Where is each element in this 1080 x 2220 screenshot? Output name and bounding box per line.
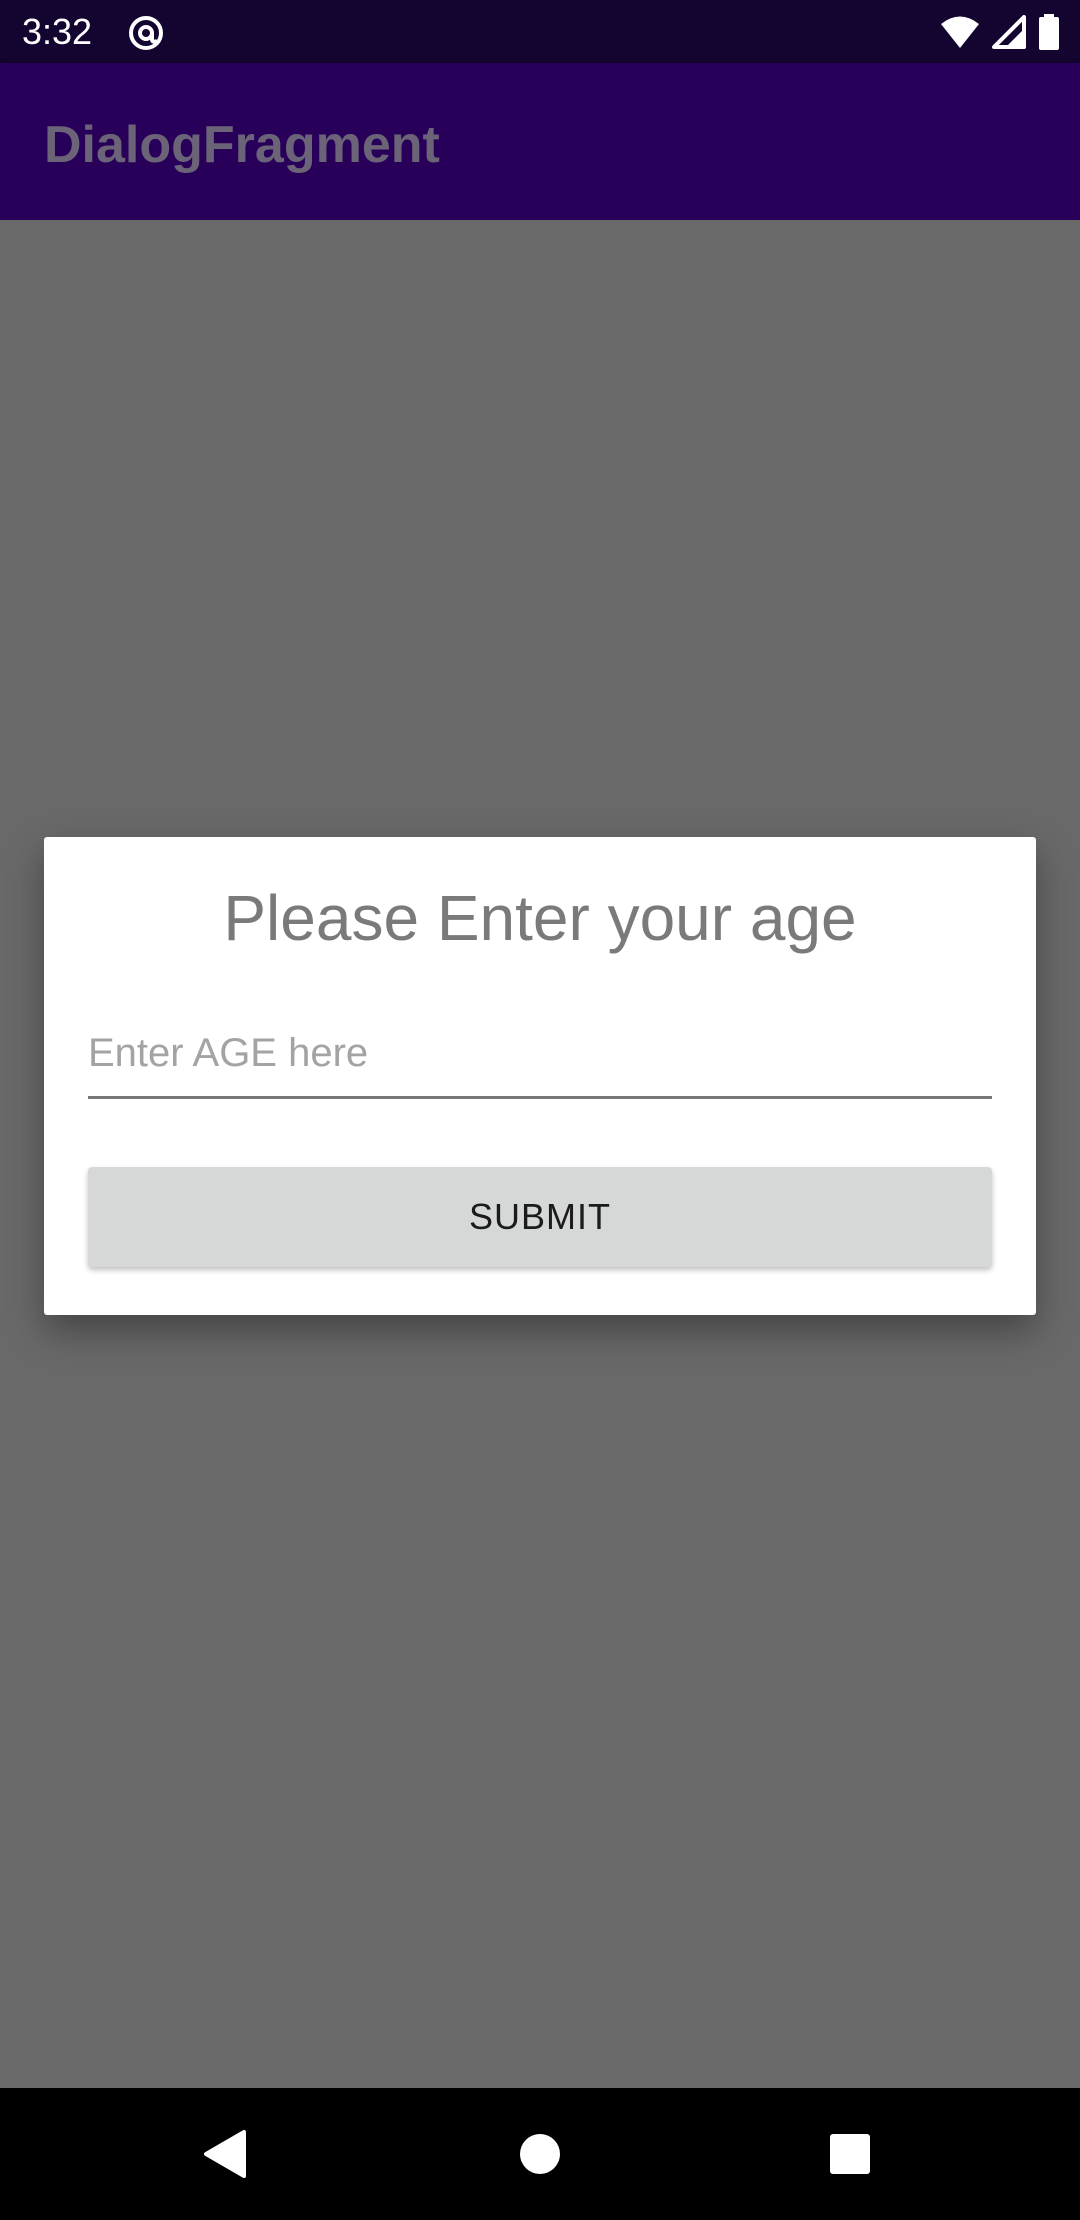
- status-bar: 3:32: [0, 0, 1080, 63]
- age-dialog: Please Enter your age SUBMIT: [44, 837, 1036, 1315]
- home-icon[interactable]: [506, 2120, 574, 2188]
- cellular-signal-icon: [992, 15, 1026, 49]
- app-title: DialogFragment: [44, 116, 440, 174]
- back-icon[interactable]: [192, 2120, 260, 2188]
- navigation-bar: [0, 2088, 1080, 2220]
- wifi-icon: [941, 16, 979, 48]
- status-icons: [940, 14, 1060, 50]
- battery-icon: [1039, 14, 1059, 50]
- submit-button[interactable]: SUBMIT: [88, 1167, 992, 1267]
- at-sign-icon: [129, 16, 163, 50]
- recents-icon[interactable]: [816, 2120, 884, 2188]
- dialog-title: Please Enter your age: [223, 882, 857, 954]
- age-input[interactable]: [88, 1017, 992, 1099]
- status-time: 3:32: [22, 11, 93, 52]
- app-bar: DialogFragment: [0, 63, 1080, 220]
